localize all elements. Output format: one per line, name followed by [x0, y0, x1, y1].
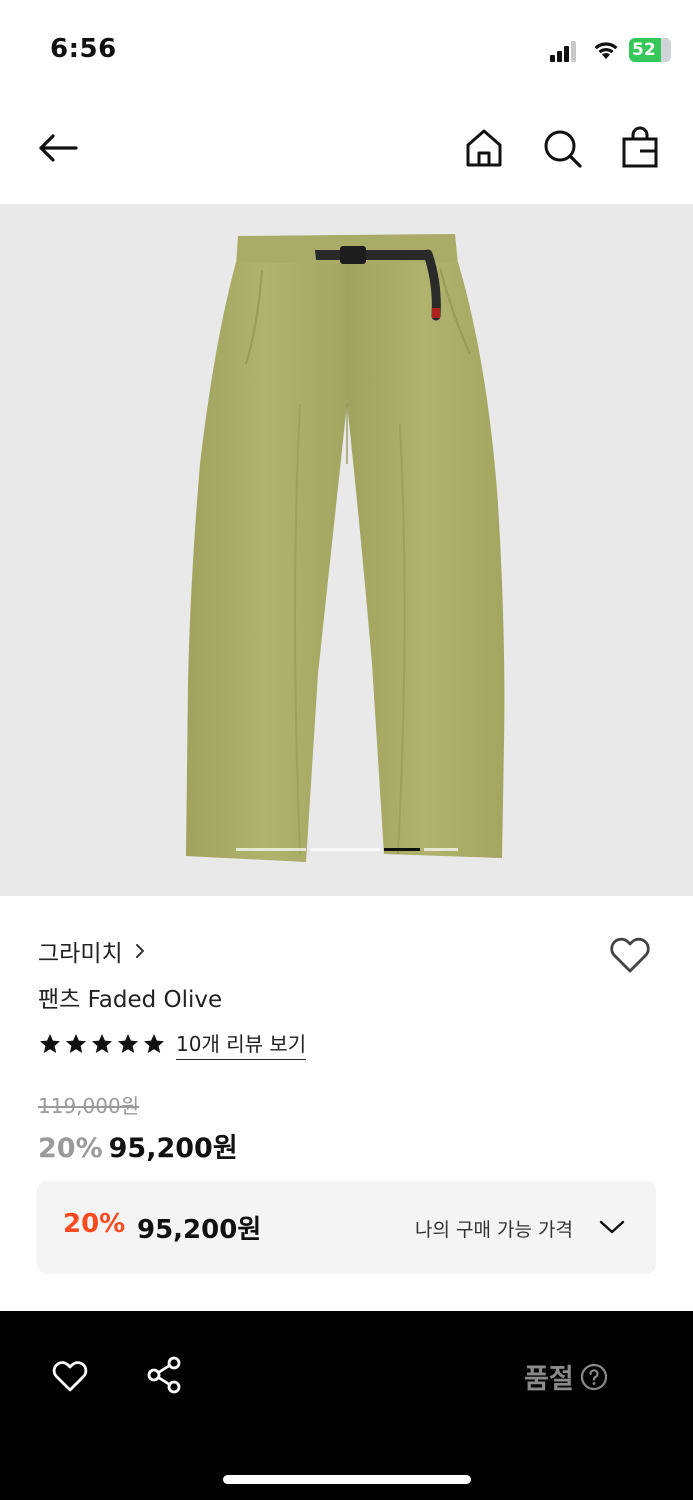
olive-pants-illustration [186, 234, 505, 862]
top-navigation-bar [0, 100, 693, 204]
share-icon[interactable] [145, 1355, 185, 1395]
shopping-bag-icon[interactable] [618, 126, 662, 170]
heart-icon[interactable] [606, 930, 654, 978]
my-price-value: 95,200원 [137, 1215, 262, 1245]
pager-segment [424, 848, 458, 851]
pager-segment [236, 848, 306, 851]
soldout-label: 품절 [524, 1364, 574, 1395]
original-price: 119,000원 [38, 1094, 140, 1118]
pager-segment-active [384, 848, 420, 851]
brand-link[interactable]: 그라미치 [38, 934, 147, 968]
brand-name: 그라미치 [38, 941, 123, 967]
sale-price: 95,200원 [108, 1133, 238, 1164]
status-bar: 6:56 52 [0, 0, 693, 100]
search-icon[interactable] [540, 126, 584, 170]
soldout-status: 품절 [524, 1357, 608, 1396]
home-indicator [223, 1475, 471, 1484]
rating-row: 10개 리뷰 보기 [38, 1028, 307, 1060]
star-icon [40, 1034, 60, 1053]
chevron-right-icon [135, 944, 144, 958]
wifi-icon [594, 42, 618, 59]
cellular-signal-icon [550, 41, 576, 62]
price-row: 20% 95,200원 [38, 1126, 238, 1165]
star-icon [92, 1034, 112, 1053]
battery-indicator: 52 [629, 38, 671, 62]
star-icon [144, 1034, 164, 1053]
gallery-pager [236, 848, 458, 851]
product-image[interactable] [0, 204, 693, 896]
review-link[interactable]: 10개 리뷰 보기 [176, 1028, 307, 1060]
status-time: 6:56 [50, 34, 117, 64]
discount-rate: 20% [38, 1133, 103, 1164]
question-circle-icon[interactable] [580, 1363, 608, 1391]
battery-level: 52 [632, 40, 656, 60]
product-name: 팬츠 Faded Olive [38, 987, 223, 1013]
my-price-discount: 20% [63, 1209, 126, 1239]
pager-segment [310, 848, 380, 851]
bottom-action-bar: 품절 [0, 1311, 693, 1500]
star-icon [118, 1034, 138, 1053]
my-price-dropdown[interactable]: 20% 95,200원 나의 구매 가능 가격 [37, 1181, 656, 1274]
star-rating [38, 1032, 166, 1056]
home-icon[interactable] [462, 126, 506, 170]
my-price-label: 나의 구매 가능 가격 [415, 1219, 573, 1241]
back-arrow-icon[interactable] [36, 126, 80, 170]
chevron-down-icon [599, 1220, 625, 1234]
star-icon [66, 1034, 86, 1053]
heart-icon[interactable] [50, 1355, 90, 1395]
